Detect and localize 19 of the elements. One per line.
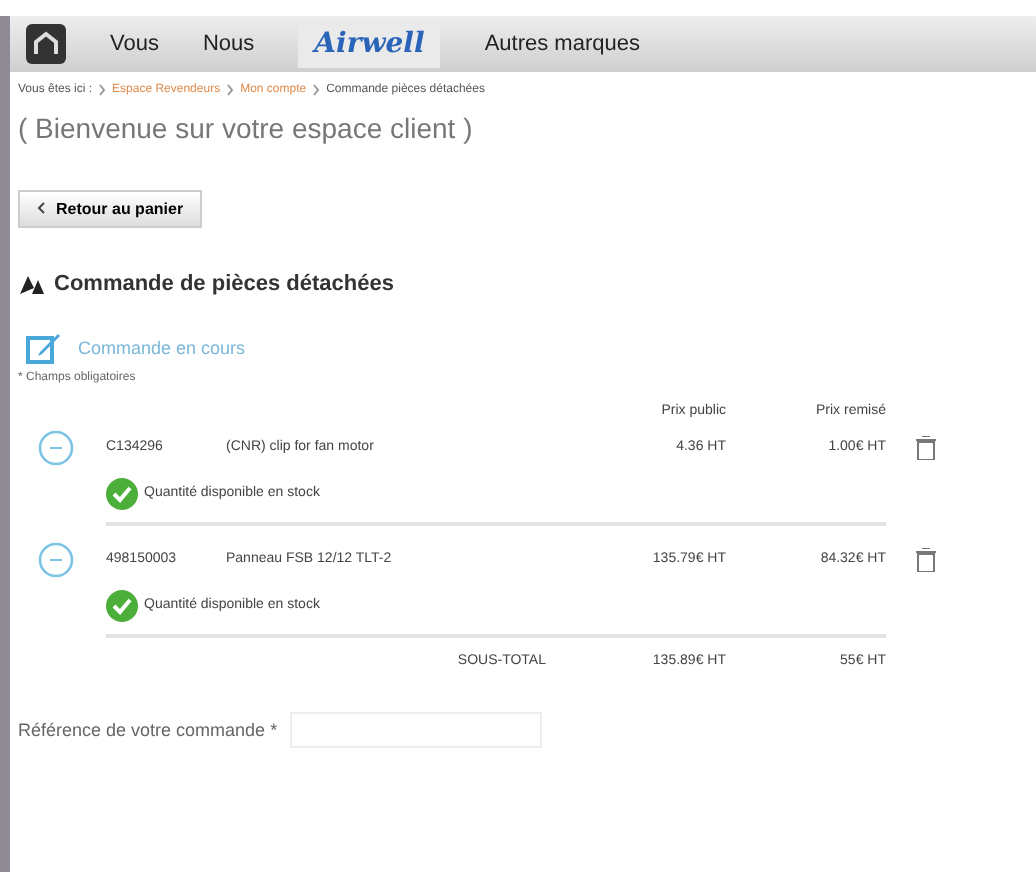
reference-label: Référence de votre commande * — [18, 719, 278, 739]
trash-icon[interactable] — [916, 547, 936, 571]
trash-icon[interactable] — [916, 435, 936, 459]
nav-link[interactable]: Autres marques — [484, 32, 640, 56]
edit-icon — [26, 331, 62, 363]
check-icon — [106, 477, 138, 509]
chevron-icon — [312, 84, 321, 96]
chevron-icon — [98, 84, 107, 96]
nav-link[interactable]: Vous — [110, 32, 159, 56]
chevron-icon — [36, 202, 48, 214]
parts-icon — [18, 271, 46, 295]
section-title: Commande de pièces détachées — [54, 271, 394, 295]
chevron-icon — [226, 84, 235, 96]
check-icon — [106, 589, 138, 621]
home-icon[interactable] — [26, 24, 66, 64]
welcome-heading: ( Bienvenue sur votre espace client ) — [18, 112, 475, 144]
subsection-title: Commande en cours — [78, 337, 246, 357]
nav-link[interactable]: Nous — [202, 32, 255, 56]
back-button[interactable]: Retour au panier — [18, 189, 202, 227]
